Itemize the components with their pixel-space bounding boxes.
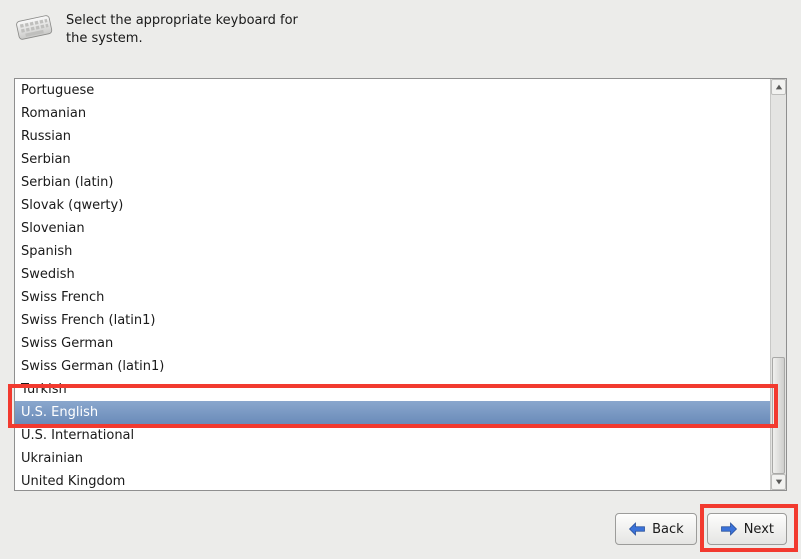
keyboard-list-item[interactable]: Slovak (qwerty) (15, 194, 770, 217)
scroll-down-button[interactable] (771, 474, 786, 490)
back-button-label: Back (652, 522, 684, 537)
keyboard-list-item[interactable]: Portuguese (15, 79, 770, 102)
instruction-line-2: the system. (66, 30, 298, 48)
keyboard-list-item[interactable]: U.S. International (15, 424, 770, 447)
keyboard-list-item[interactable]: Swiss German (15, 332, 770, 355)
keyboard-list-item[interactable]: U.S. English (15, 401, 770, 424)
keyboard-list-item[interactable]: Serbian (15, 148, 770, 171)
instruction-line-1: Select the appropriate keyboard for (66, 12, 298, 30)
next-button[interactable]: Next (707, 513, 787, 545)
arrow-left-icon (628, 522, 646, 536)
header: Select the appropriate keyboard for the … (0, 0, 801, 48)
instruction-text: Select the appropriate keyboard for the … (66, 10, 298, 48)
scroll-track[interactable] (771, 95, 786, 474)
keyboard-list-item[interactable]: United Kingdom (15, 470, 770, 490)
scroll-up-button[interactable] (771, 79, 786, 95)
back-button[interactable]: Back (615, 513, 697, 545)
keyboard-list-item[interactable]: Serbian (latin) (15, 171, 770, 194)
scroll-thumb[interactable] (772, 357, 785, 474)
keyboard-list-container: PortugueseRomanianRussianSerbianSerbian … (14, 78, 787, 491)
keyboard-list-item[interactable]: Swiss German (latin1) (15, 355, 770, 378)
next-button-label: Next (744, 522, 774, 537)
keyboard-icon (14, 10, 54, 46)
keyboard-list-item[interactable]: Romanian (15, 102, 770, 125)
footer-buttons: Back Next (615, 513, 787, 545)
keyboard-list-item[interactable]: Slovenian (15, 217, 770, 240)
keyboard-list-item[interactable]: Russian (15, 125, 770, 148)
keyboard-list-item[interactable]: Swiss French (latin1) (15, 309, 770, 332)
keyboard-list[interactable]: PortugueseRomanianRussianSerbianSerbian … (15, 79, 770, 490)
keyboard-list-item[interactable]: Swiss French (15, 286, 770, 309)
keyboard-list-item[interactable]: Swedish (15, 263, 770, 286)
scrollbar[interactable] (770, 79, 786, 490)
keyboard-list-item[interactable]: Turkish (15, 378, 770, 401)
keyboard-list-item[interactable]: Spanish (15, 240, 770, 263)
arrow-right-icon (720, 522, 738, 536)
keyboard-list-item[interactable]: Ukrainian (15, 447, 770, 470)
